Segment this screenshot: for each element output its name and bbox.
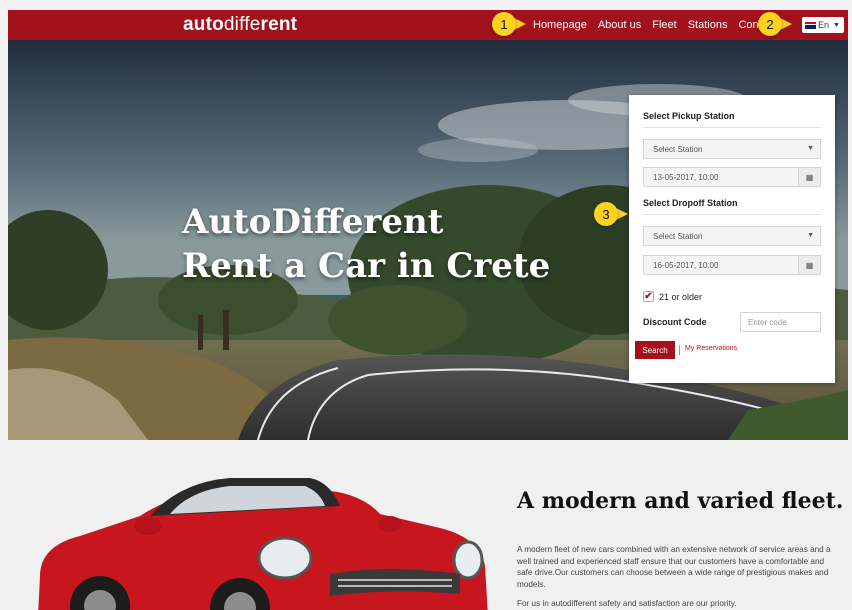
logo-text-auto: auto (183, 14, 224, 35)
nav-about-us[interactable]: About us (598, 19, 641, 31)
pickup-station-value: Select Station (653, 144, 703, 154)
calendar-icon[interactable]: ▦ (798, 256, 820, 274)
chevron-down-icon: ▼ (833, 21, 840, 29)
logo-text-diffe: diffe (223, 14, 261, 35)
divider (643, 127, 821, 128)
nav-stations[interactable]: Stations (688, 19, 728, 31)
search-button[interactable]: Search (635, 341, 675, 359)
age-checkbox-row: ✔ 21 or older (643, 291, 702, 302)
dropoff-station-value: Select Station (653, 231, 703, 241)
fleet-heading: A modern and varied fleet. (517, 488, 844, 514)
nav-fleet[interactable]: Fleet (652, 19, 676, 31)
age-checkbox-label: 21 or older (659, 291, 703, 302)
my-reservations-link[interactable]: My Reservations (685, 345, 737, 352)
dropoff-datetime-value: 16-05-2017, 10:00 (653, 260, 719, 270)
pickup-datetime-input[interactable]: 13-05-2017, 10:00 ▦ (643, 167, 821, 187)
fleet-section: A modern and varied fleet. A modern flee… (8, 440, 848, 610)
uk-flag-icon (805, 21, 816, 29)
page: AutoDifferent Rent a Car in Crete autodi… (0, 0, 852, 610)
discount-code-label: Discount Code (643, 317, 707, 327)
logo-text-rent: rent (260, 14, 298, 35)
annotation-marker-2: 2 (758, 12, 782, 36)
top-navigation-bar: autodifferent Homepage About us Fleet St… (8, 10, 848, 40)
chevron-down-icon: ▼ (807, 145, 814, 152)
hero-title-line-2: Rent a Car in Crete (182, 246, 551, 286)
dropoff-station-select[interactable]: Select Station ▼ (643, 226, 821, 246)
separator (679, 345, 680, 355)
divider (643, 214, 821, 215)
chevron-down-icon: ▼ (807, 232, 814, 239)
pickup-datetime-value: 13-05-2017, 10:00 (653, 172, 719, 182)
fleet-priority-text: For us in autodifferent safety and satis… (517, 599, 737, 608)
annotation-marker-3: 3 (594, 202, 618, 226)
age-checkbox[interactable]: ✔ (643, 291, 654, 302)
booking-form: Select Pickup Station Select Station ▼ 1… (629, 95, 835, 383)
red-convertible-car-image (38, 478, 488, 610)
main-nav: Homepage About us Fleet Stations Contact (533, 19, 776, 31)
calendar-icon[interactable]: ▦ (798, 168, 820, 186)
language-label: En (818, 20, 830, 30)
hero-title: AutoDifferent Rent a Car in Crete (182, 200, 550, 288)
language-selector[interactable]: En ▼ (802, 17, 844, 33)
pickup-station-select[interactable]: Select Station ▼ (643, 139, 821, 159)
fleet-description: A modern fleet of new cars combined with… (517, 545, 831, 589)
pickup-heading: Select Pickup Station (643, 111, 735, 121)
hero-title-line-1: AutoDifferent (182, 202, 444, 242)
site-logo[interactable]: autodifferent (183, 14, 297, 36)
dropoff-datetime-input[interactable]: 16-05-2017, 10:00 ▦ (643, 255, 821, 275)
nav-homepage[interactable]: Homepage (533, 19, 587, 31)
discount-code-placeholder: Enter code (748, 317, 787, 327)
discount-code-input[interactable]: Enter code (740, 312, 821, 332)
annotation-marker-1: 1 (492, 12, 516, 36)
dropoff-heading: Select Dropoff Station (643, 198, 738, 208)
